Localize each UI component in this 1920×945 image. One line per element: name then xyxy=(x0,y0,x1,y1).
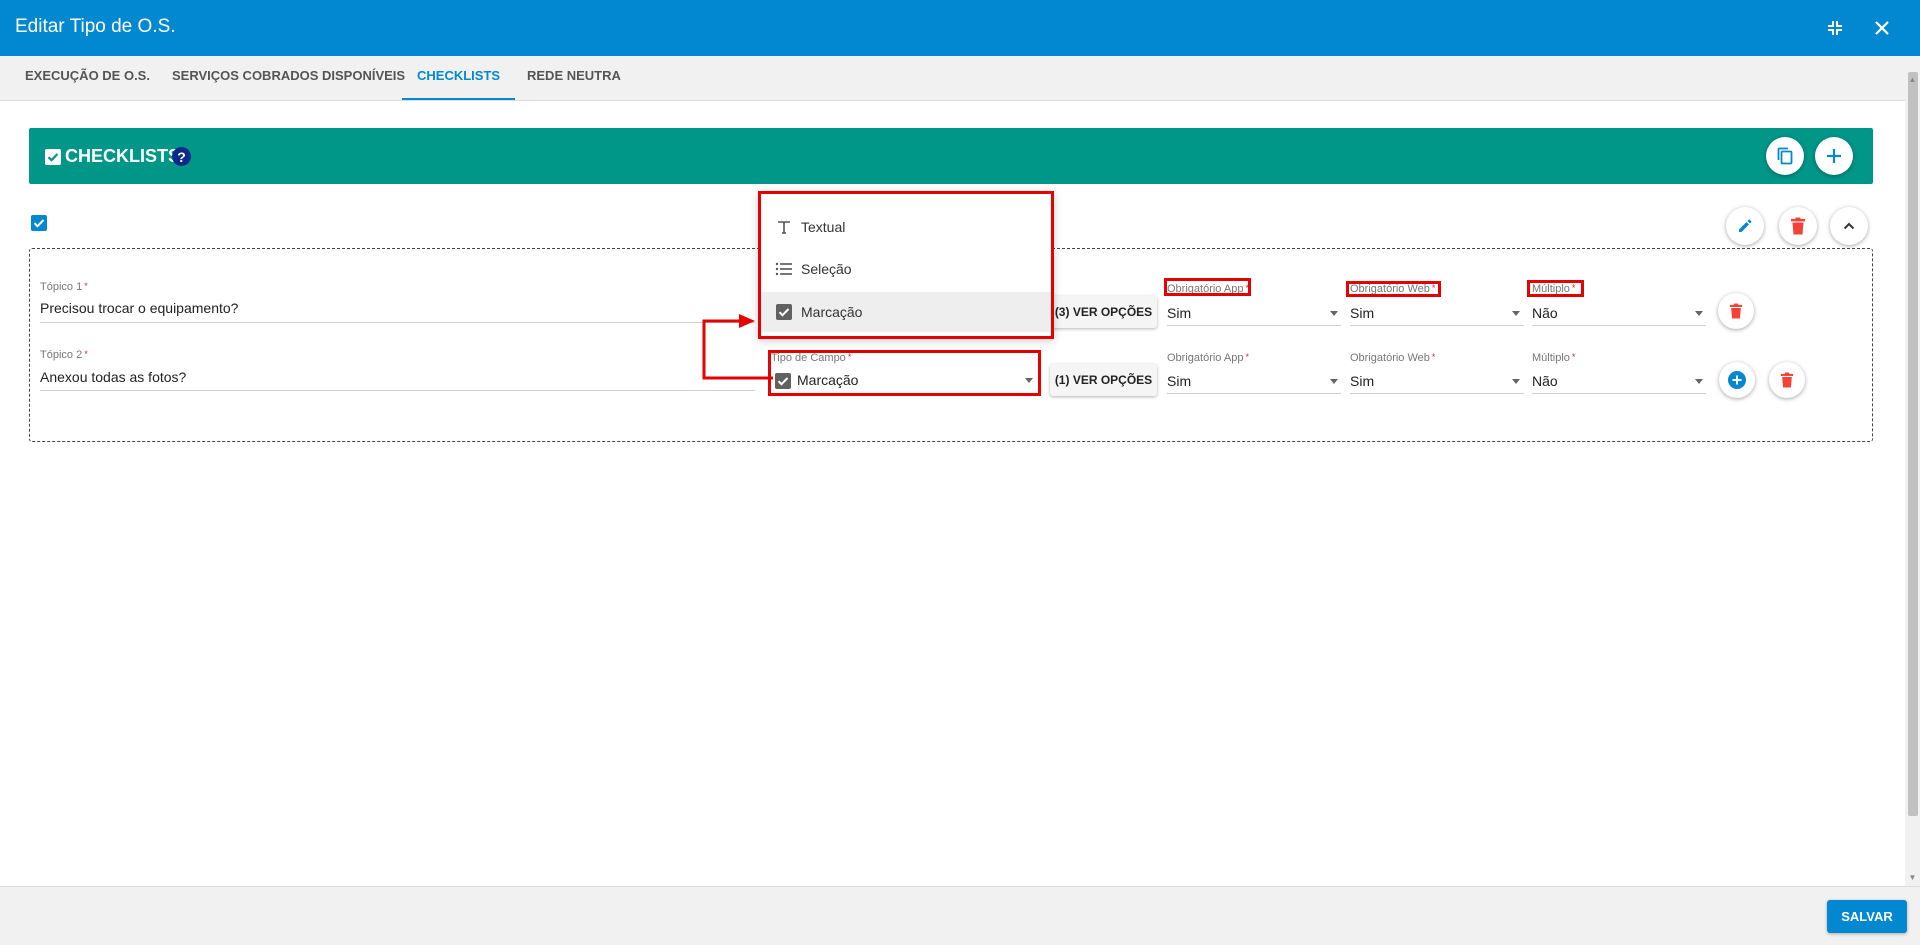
obrig-app-1-underline xyxy=(1167,325,1341,326)
obrig-web-2-caret-icon[interactable] xyxy=(1512,379,1520,384)
delete-topic-2-button[interactable] xyxy=(1769,362,1805,398)
obrig-app-1-caret-icon[interactable] xyxy=(1330,311,1338,316)
multiplo-2-select[interactable]: Não xyxy=(1532,373,1558,389)
add-topic-button[interactable] xyxy=(1719,362,1755,398)
text-icon xyxy=(775,218,793,236)
dialog-footer: SALVAR xyxy=(0,886,1920,945)
delete-checklist-button[interactable] xyxy=(1779,207,1817,245)
obrig-web-2-select[interactable]: Sim xyxy=(1350,373,1374,389)
multiplo-1-select[interactable]: Não xyxy=(1532,305,1558,321)
obrig-app-2-caret-icon[interactable] xyxy=(1330,379,1338,384)
option-marcacao-label: Marcação xyxy=(801,304,863,320)
list-icon xyxy=(775,260,793,278)
obrig-app-1-highlight xyxy=(1164,278,1251,296)
topic-1-underline xyxy=(40,322,755,323)
option-selecao-label: Seleção xyxy=(801,261,852,277)
checklist-header-icon xyxy=(45,149,61,165)
trash-icon xyxy=(1791,217,1805,235)
select-checklist-checkbox[interactable] xyxy=(31,215,47,231)
option-textual[interactable]: Textual xyxy=(761,207,1051,247)
obrig-web-1-caret-icon[interactable] xyxy=(1512,311,1520,316)
tipo-campo-2-label: Tipo de Campo * xyxy=(771,352,852,364)
option-textual-label: Textual xyxy=(801,219,846,235)
save-button[interactable]: SALVAR xyxy=(1827,900,1907,933)
collapse-button[interactable] xyxy=(1830,207,1868,245)
tipo-campo-2-select[interactable]: Marcação xyxy=(797,372,858,388)
multiplo-1-highlight xyxy=(1527,280,1584,297)
plus-circle-icon xyxy=(1728,371,1746,389)
window-titlebar: Editar Tipo de O.S. xyxy=(0,0,1920,56)
option-selecao[interactable]: Seleção xyxy=(761,249,1051,289)
topic-2-label: Tópico 2 * xyxy=(40,349,88,361)
scroll-down-icon[interactable]: ▼ xyxy=(1905,870,1920,884)
obrig-web-1-underline xyxy=(1350,325,1524,326)
topic-2-underline xyxy=(40,390,755,391)
plus-icon xyxy=(1827,149,1841,163)
add-checklist-button[interactable] xyxy=(1815,137,1853,175)
copy-button[interactable] xyxy=(1766,137,1804,175)
help-icon[interactable]: ? xyxy=(172,147,191,166)
ver-opcoes-2-button[interactable]: (1) VER OPÇÕES xyxy=(1050,364,1157,396)
topic-1-input[interactable]: Precisou trocar o equipamento? xyxy=(40,300,238,316)
tab-servicos-cobrados[interactable]: SERVIÇOS COBRADOS DISPONÍVEIS xyxy=(157,56,420,100)
copy-icon xyxy=(1777,147,1793,165)
tipo-campo-checkbox-icon xyxy=(775,373,791,389)
tab-bar: EXECUÇÃO DE O.S. SERVIÇOS COBRADOS DISPO… xyxy=(0,56,1920,101)
option-marcacao[interactable]: Marcação xyxy=(761,292,1051,332)
tab-execucao[interactable]: EXECUÇÃO DE O.S. xyxy=(10,56,165,100)
multiplo-1-underline xyxy=(1532,325,1706,326)
tipo-campo-dropdown: Textual Seleção Marcação xyxy=(758,191,1054,339)
multiplo-1-caret-icon[interactable] xyxy=(1695,311,1703,316)
window-title: Editar Tipo de O.S. xyxy=(15,16,176,37)
edit-checklist-button[interactable] xyxy=(1726,207,1764,245)
scroll-up-icon[interactable]: ▲ xyxy=(1905,72,1920,86)
topic-1-label: Tópico 1 * xyxy=(40,281,88,293)
obrig-app-2-select[interactable]: Sim xyxy=(1167,373,1191,389)
checkbox-icon xyxy=(775,303,793,321)
checklists-title: CHECKLISTS xyxy=(65,146,181,166)
trash-icon xyxy=(1780,372,1794,388)
obrig-web-1-select[interactable]: Sim xyxy=(1350,305,1374,321)
checklists-header: CHECKLISTS ? xyxy=(29,128,1873,184)
tab-rede-neutra[interactable]: REDE NEUTRA xyxy=(512,56,636,100)
obrig-web-2-label: Obrigatório Web * xyxy=(1350,352,1436,364)
topic-2-input[interactable]: Anexou todas as fotos? xyxy=(40,369,186,385)
pencil-icon xyxy=(1739,219,1752,232)
close-icon[interactable] xyxy=(1868,14,1896,42)
trash-icon xyxy=(1729,303,1743,319)
multiplo-2-underline xyxy=(1532,393,1706,394)
tab-checklists[interactable]: CHECKLISTS xyxy=(402,56,516,100)
obrig-web-2-underline xyxy=(1350,393,1524,394)
chevron-up-icon xyxy=(1843,222,1855,230)
ver-opcoes-1-button[interactable]: (3) VER OPÇÕES xyxy=(1050,296,1157,328)
scrollbar-thumb[interactable] xyxy=(1908,72,1918,816)
delete-topic-1-button[interactable] xyxy=(1718,293,1754,329)
obrig-app-2-label: Obrigatório App * xyxy=(1167,352,1249,364)
tipo-campo-2-caret-icon[interactable] xyxy=(1025,378,1033,383)
minimize-icon[interactable] xyxy=(1821,14,1849,42)
multiplo-2-label: Múltiplo * xyxy=(1532,352,1576,364)
multiplo-2-caret-icon[interactable] xyxy=(1695,379,1703,384)
obrig-app-1-select[interactable]: Sim xyxy=(1167,305,1191,321)
obrig-app-2-underline xyxy=(1167,393,1341,394)
obrig-web-1-highlight xyxy=(1346,281,1441,297)
